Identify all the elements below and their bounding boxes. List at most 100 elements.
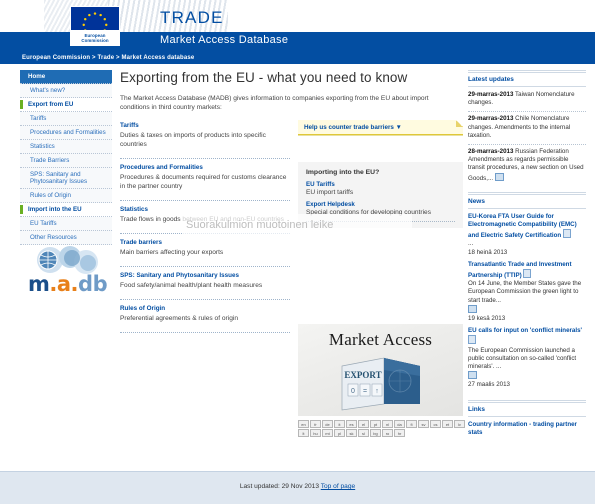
madb-logo: m.a.db <box>22 246 114 308</box>
madb-logo-m: m <box>28 272 50 296</box>
news-title[interactable]: Transatlantic Trade and Investment Partn… <box>468 261 572 279</box>
pdf-icon[interactable] <box>468 335 476 345</box>
topic-title[interactable]: Trade barriers <box>120 239 290 246</box>
topic-title[interactable]: Procedures and Formalities <box>120 164 290 171</box>
topic-body: Food safety/animal health/plant health m… <box>120 282 263 289</box>
news-desc: The European Commission launched a publi… <box>468 346 577 371</box>
topic-statistics[interactable]: Statistics Trade flows in goods between … <box>120 206 290 228</box>
breadcrumb-text: European Commission > Trade > Market Acc… <box>22 55 195 61</box>
topic-body: Duties & taxes on imports of products in… <box>120 132 266 148</box>
sidebar-item-label: Rules of Origin <box>30 192 71 199</box>
export-box-icon: EXPORT 0 = ↑ <box>341 357 420 411</box>
update-item[interactable]: 29-marras-2013 Taiwan Nomenclature chang… <box>468 91 586 110</box>
sidebar-item-statistics[interactable]: Statistics <box>20 140 112 154</box>
sidebar-item-label: Procedures and Formalities <box>30 129 106 136</box>
language-option[interactable]: ro <box>382 429 393 437</box>
sidebar-item-home[interactable]: Home <box>20 70 112 84</box>
sidebar-item-procedures-and-formalities[interactable]: Procedures and Formalities <box>20 126 112 140</box>
content-area: Home What's new? Export from EU Tariffs … <box>0 64 595 451</box>
news-item[interactable]: EU-Korea FTA User Guide for Electromagne… <box>468 213 586 261</box>
news-date: 18 heinä 2013 <box>468 248 508 256</box>
language-option[interactable]: cs <box>430 420 441 428</box>
topic-title[interactable]: Rules of Origin <box>120 305 290 312</box>
update-date: 29-marras-2013 <box>468 91 514 98</box>
update-item[interactable]: 28-marras-2013 Russian Federation Amendm… <box>468 148 586 186</box>
pdf-icon[interactable] <box>523 269 532 279</box>
importing-box-title: Importing into the EU? <box>306 169 380 176</box>
news-item[interactable]: Transatlantic Trade and Investment Partn… <box>468 261 586 327</box>
language-option[interactable]: lt <box>298 429 309 437</box>
sidebar-item-whats-new[interactable]: What's new? <box>20 84 112 98</box>
sidebar-item-label: Tariffs <box>30 115 47 122</box>
more-icon[interactable] <box>494 172 504 181</box>
sidebar-item-eu-tariffs[interactable]: EU Tariffs <box>20 217 112 231</box>
language-option[interactable]: sl <box>358 429 369 437</box>
language-option[interactable]: fi <box>406 420 417 428</box>
top-of-page-link[interactable]: Top of page <box>321 483 355 490</box>
sidebar-item-other-resources[interactable]: Other Resources <box>20 231 112 245</box>
sidebar-item-label: Trade Barriers <box>30 157 70 164</box>
more-icon[interactable] <box>468 304 477 313</box>
language-option[interactable]: sv <box>418 420 429 428</box>
language-option[interactable]: pl <box>334 429 345 437</box>
update-item[interactable]: 29-marras-2013 Chile Nomenclature change… <box>468 115 586 143</box>
last-updated-text: Last updated: 29 Nov 2013 <box>239 483 319 490</box>
news-date: 27 maalis 2013 <box>468 381 510 389</box>
pdf-icon[interactable] <box>562 229 571 239</box>
language-option[interactable]: nl <box>382 420 393 428</box>
topic-body: Procedures & documents required for cust… <box>120 174 287 190</box>
topic-title[interactable]: Tariffs <box>120 122 290 129</box>
topic-procedures-and-formalities[interactable]: Procedures and Formalities Procedures & … <box>120 164 290 195</box>
market-access-banner-image[interactable]: Market Access EXPORT 0 = ↑ <box>298 324 463 416</box>
topic-sps-issues[interactable]: SPS: Sanitary and Phytosanitary Issues F… <box>120 272 290 294</box>
topic-tariffs[interactable]: Tariffs Duties & taxes on imports of pro… <box>120 122 290 153</box>
sidebar-item-rules-of-origin[interactable]: Rules of Origin <box>20 189 112 203</box>
madb-logo-dot: . <box>49 272 57 296</box>
language-option[interactable]: sk <box>346 429 357 437</box>
sidebar-item-label: Export from EU <box>28 101 74 108</box>
sidebar-item-trade-barriers[interactable]: Trade Barriers <box>20 154 112 168</box>
topic-rules-of-origin[interactable]: Rules of Origin Preferential agreements … <box>120 305 290 327</box>
news-heading: News <box>468 191 586 209</box>
sidebar-item-label: Home <box>28 73 46 80</box>
promo-column: Help us counter trade barriers ▼ Importi… <box>298 120 465 437</box>
sidebar-item-tariffs[interactable]: Tariffs <box>20 112 112 126</box>
sidebar-item-label: EU Tariffs <box>30 220 57 227</box>
news-date: 19 kesä 2013 <box>468 315 506 323</box>
language-option[interactable]: es <box>346 420 357 428</box>
language-option[interactable]: el <box>358 420 369 428</box>
language-option[interactable]: lv <box>454 420 465 428</box>
language-option[interactable]: pt <box>370 420 381 428</box>
breadcrumb[interactable]: European Commission > Trade > Market Acc… <box>0 52 595 64</box>
news-title[interactable]: EU calls for input on 'conflict minerals… <box>468 327 582 334</box>
more-icon[interactable] <box>468 371 477 380</box>
news-item[interactable]: EU calls for input on 'conflict minerals… <box>468 327 586 393</box>
language-option[interactable]: et <box>442 420 453 428</box>
link-export-helpdesk[interactable]: Export Helpdesk <box>306 201 455 208</box>
sidebar-item-import-into-the-eu[interactable]: Import into the EU <box>20 203 112 217</box>
sidebar-item-export-from-eu[interactable]: Export from EU <box>20 98 112 112</box>
language-option[interactable]: it <box>334 420 345 428</box>
topic-title[interactable]: SPS: Sanitary and Phytosanitary Issues <box>120 272 290 279</box>
topic-trade-barriers[interactable]: Trade barriers Main barriers affecting y… <box>120 239 290 261</box>
language-option[interactable]: hr <box>394 429 405 437</box>
link-eu-tariffs[interactable]: EU Tariffs <box>306 181 455 188</box>
language-option[interactable]: fr <box>310 420 321 428</box>
topic-title[interactable]: Statistics <box>120 206 290 213</box>
news-title[interactable]: EU-Korea FTA User Guide for Electromagne… <box>468 213 577 239</box>
language-option[interactable]: en <box>298 420 309 428</box>
sidebar-item-sps-issues[interactable]: SPS: Sanitary and Phytosanitary Issues <box>20 168 112 189</box>
language-option[interactable]: mt <box>322 429 333 437</box>
language-option[interactable]: bg <box>370 429 381 437</box>
divider <box>120 158 290 159</box>
sidebar-item-label: SPS: Sanitary and Phytosanitary Issues <box>30 171 88 185</box>
svg-text:=: = <box>363 388 367 395</box>
counter-trade-barriers-banner[interactable]: Help us counter trade barriers ▼ <box>298 120 463 136</box>
language-option[interactable]: da <box>394 420 405 428</box>
european-commission-label: European Commission <box>70 30 120 46</box>
language-option[interactable]: de <box>322 420 333 428</box>
language-option[interactable]: hu <box>310 429 321 437</box>
trade-wordmark: TRADE <box>160 8 224 27</box>
link-country-information[interactable]: Country information - trading partner st… <box>468 421 586 437</box>
page-footer: Last updated: 29 Nov 2013 Top of page <box>0 471 595 504</box>
